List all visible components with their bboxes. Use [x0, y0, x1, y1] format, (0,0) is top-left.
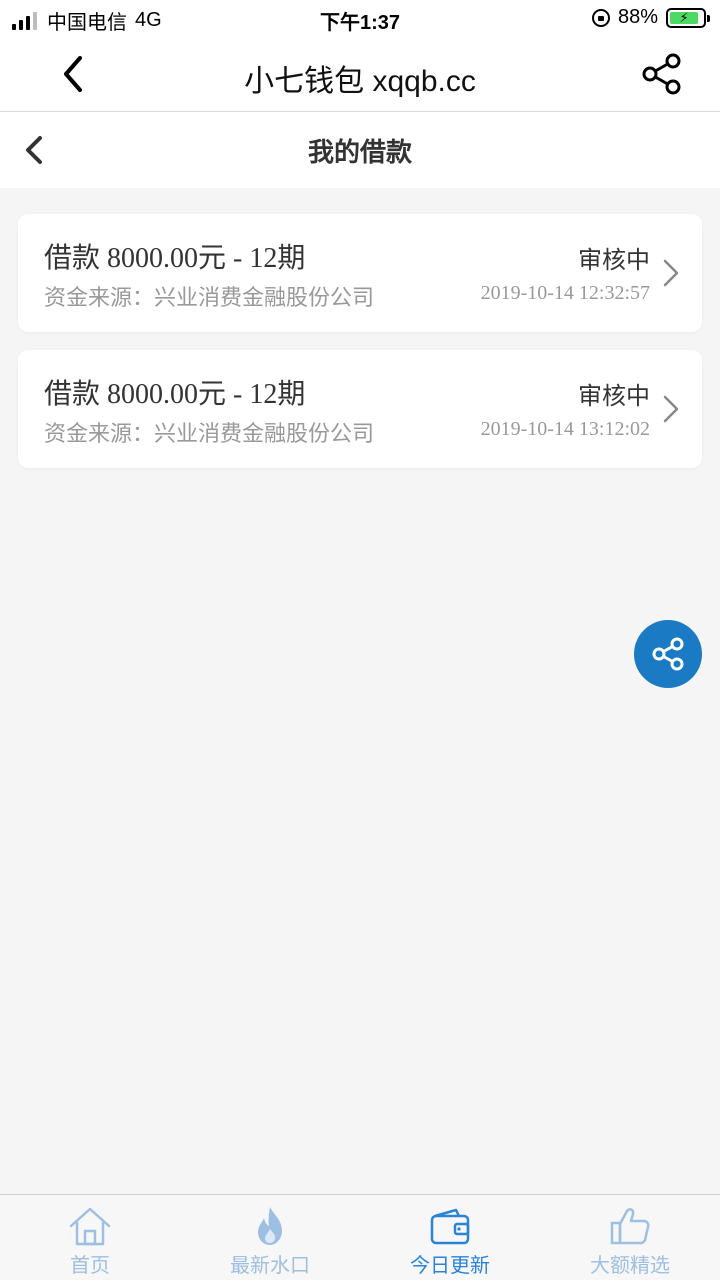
loan-time: 2019-10-14 13:12:02 — [480, 418, 650, 440]
status-bar: 中国电信 4G 下午1:37 88% ⚡ — [0, 0, 720, 36]
chevron-right-icon — [663, 395, 679, 423]
loan-title: 借款 8000.00元 - 12期 — [44, 379, 306, 410]
tab-home[interactable]: 首页 — [0, 1195, 180, 1280]
page-header: 我的借款 — [0, 112, 720, 188]
loan-source: 资金来源：兴业消费金融股份公司 — [44, 285, 375, 310]
browser-share-button[interactable] — [640, 52, 684, 96]
loan-time: 2019-10-14 12:32:57 — [480, 282, 650, 304]
loan-card[interactable]: 借款 8000.00元 - 12期 资金来源：兴业消费金融股份公司 审核中 20… — [18, 350, 702, 468]
status-right: 88% ⚡ — [591, 6, 710, 29]
loan-list: 借款 8000.00元 - 12期 资金来源：兴业消费金融股份公司 审核中 20… — [18, 214, 702, 486]
battery-fill: ⚡ — [670, 10, 699, 25]
tab-today[interactable]: 今日更新 — [360, 1195, 540, 1280]
loan-status: 审核中 — [578, 383, 650, 410]
loan-title: 借款 8000.00元 - 12期 — [44, 243, 306, 274]
orientation-lock-icon — [591, 8, 610, 27]
thumbs-up-icon — [610, 1208, 650, 1245]
tab-label: 最新水口 — [230, 1255, 310, 1277]
tab-label: 首页 — [70, 1255, 110, 1277]
chevron-right-icon — [663, 259, 679, 287]
battery-icon: ⚡ — [666, 7, 710, 28]
flame-icon — [258, 1207, 282, 1245]
loan-status: 审核中 — [578, 247, 650, 274]
loan-source: 资金来源：兴业消费金融股份公司 — [44, 421, 375, 446]
charging-icon: ⚡ — [679, 10, 689, 25]
tab-label: 大额精选 — [590, 1255, 670, 1277]
tab-bar: 首页 最新水口 今日更新 大额精选 — [0, 1194, 720, 1280]
tab-featured[interactable]: 大额精选 — [540, 1195, 720, 1280]
tab-label: 今日更新 — [410, 1255, 490, 1277]
loan-card[interactable]: 借款 8000.00元 - 12期 资金来源：兴业消费金融股份公司 审核中 20… — [18, 214, 702, 332]
share-icon — [652, 637, 684, 671]
floating-share-button[interactable] — [634, 620, 702, 688]
tab-latest[interactable]: 最新水口 — [180, 1195, 360, 1280]
wallet-icon — [430, 1208, 470, 1245]
home-icon — [69, 1207, 111, 1246]
browser-title: 小七钱包 xqqb.cc — [244, 65, 476, 98]
browser-nav-bar: 小七钱包 xqqb.cc — [0, 36, 720, 112]
page-title: 我的借款 — [307, 137, 412, 167]
share-icon — [642, 53, 681, 95]
battery-percent: 88% — [617, 6, 658, 28]
